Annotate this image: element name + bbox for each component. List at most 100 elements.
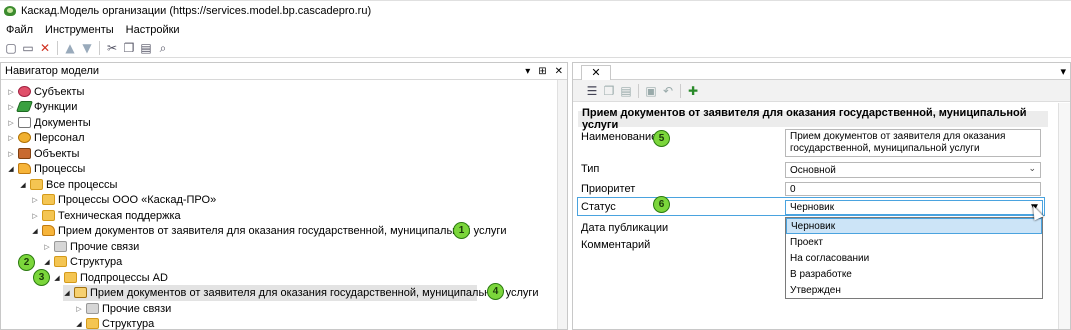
status-option[interactable]: Проект (786, 234, 1042, 250)
subjects-icon (18, 86, 31, 97)
callout-badge-5: 5 (653, 130, 670, 147)
new-doc-icon[interactable]: ▢ (4, 41, 18, 55)
expander-icon[interactable]: ▷ (7, 150, 15, 158)
expander-icon[interactable]: ▷ (31, 196, 39, 204)
navigator-scrollbar[interactable] (557, 80, 567, 329)
menu-settings[interactable]: Настройки (126, 24, 180, 36)
expander-icon[interactable]: ◢ (31, 227, 39, 235)
objects-icon (18, 148, 31, 159)
tree-node-processes[interactable]: ◢ Процессы (7, 161, 85, 176)
menu-overflow-icon[interactable]: ▾ (1060, 65, 1066, 78)
tree-node-label: Прочие связи (70, 240, 140, 253)
priority-label: Приоритет (581, 183, 636, 195)
tab-close-button[interactable]: ✕ (581, 64, 611, 80)
expander-icon[interactable]: ◢ (7, 165, 15, 173)
functions-icon (15, 101, 34, 112)
process-icon (42, 225, 55, 236)
expander-icon[interactable]: ◢ (19, 181, 27, 189)
tree-node-structure[interactable]: ◢ Структура (43, 254, 122, 269)
tree-node-label: Подпроцессы AD (80, 271, 168, 284)
menu-file[interactable]: Файл (6, 24, 33, 36)
folder-icon (30, 179, 43, 190)
tree-node-documents[interactable]: ▷ Документы (7, 115, 90, 130)
expander-icon[interactable]: ◢ (43, 258, 51, 266)
tree-node-objects[interactable]: ▷ Объекты (7, 146, 79, 161)
tree-node-label: Структура (70, 255, 123, 268)
add-icon[interactable]: ✚ (686, 84, 700, 98)
documents-icon (18, 117, 31, 128)
open-icon[interactable]: ▭ (21, 41, 35, 55)
list-icon[interactable]: ☰ (585, 84, 599, 98)
copy-icon[interactable]: ❐ (122, 41, 136, 55)
status-select[interactable]: Черновик ▼ (785, 200, 1043, 215)
tree-node-tech-support[interactable]: ▷ Техническая поддержка (31, 208, 180, 223)
folder-icon (64, 272, 77, 283)
close-icon[interactable]: ✕ (555, 66, 563, 77)
pin-icon[interactable]: ⊞ (538, 66, 546, 77)
personnel-icon (18, 132, 31, 143)
expander-icon[interactable]: ◢ (53, 274, 61, 282)
tree-node-label: Функции (34, 100, 78, 113)
properties-scrollbar[interactable] (1058, 103, 1070, 329)
status-value: Черновик (790, 202, 835, 213)
expander-icon[interactable]: ▷ (7, 134, 15, 142)
menu-tools[interactable]: Инструменты (45, 24, 114, 36)
expander-icon[interactable]: ▷ (75, 305, 83, 313)
undo-icon[interactable]: ↶ (661, 84, 675, 98)
properties-tab-row: ✕ ▾ (573, 63, 1070, 80)
expander-icon[interactable]: ◢ (75, 320, 83, 328)
status-label: Статус (581, 201, 616, 213)
tree-node-functions[interactable]: ▷ Функции (7, 99, 77, 114)
type-select[interactable]: Основной ⌄ (785, 162, 1041, 178)
expander-icon[interactable]: ▷ (7, 88, 15, 96)
callout-badge-2: 2 (18, 254, 35, 271)
tree-node-other-links-2[interactable]: ▷ Прочие связи (75, 301, 171, 316)
tree-node-all-processes[interactable]: ◢ Все процессы (19, 177, 117, 192)
chevron-down-icon[interactable]: ⌄ (1028, 163, 1036, 176)
app-logo-icon (4, 5, 16, 16)
type-value: Основной (790, 165, 836, 176)
tree-node-structure-2[interactable]: ◢ Структура (75, 316, 154, 330)
expander-icon[interactable]: ▷ (43, 243, 51, 251)
expander-icon[interactable]: ▷ (7, 119, 15, 127)
toolbar-divider (57, 41, 58, 55)
tree-node-intake-process[interactable]: ◢ Прием документов от заявителя для оказ… (31, 223, 507, 238)
up-icon[interactable]: ▲ (63, 41, 77, 55)
toolbar-divider (99, 41, 100, 55)
tree-node-subjects[interactable]: ▷ Субъекты (7, 84, 84, 99)
paste-icon[interactable]: ▤ (619, 84, 633, 98)
status-option[interactable]: Черновик (786, 218, 1042, 234)
priority-field[interactable]: 0 (785, 182, 1041, 196)
save-icon[interactable]: ▣ (644, 84, 658, 98)
model-navigator-panel: Навигатор модели ▾ ⊞ ✕ ▷ Субъекты ▷ Функ… (0, 62, 568, 330)
model-tree: ▷ Субъекты ▷ Функции ▷ Документы ▷ Персо… (1, 80, 567, 330)
window-title: Каскад.Модель организации (https://servi… (21, 4, 372, 17)
expander-icon[interactable]: ◢ (63, 289, 71, 297)
expander-icon[interactable]: ▷ (31, 212, 39, 220)
dropdown-icon[interactable]: ▾ (525, 66, 530, 77)
tree-node-label: Прием документов от заявителя для оказан… (58, 224, 507, 237)
copy-icon[interactable]: ❐ (602, 84, 616, 98)
name-field[interactable]: Прием документов от заявителя для оказан… (785, 129, 1041, 157)
expander-icon[interactable]: ▷ (7, 103, 15, 111)
callout-badge-3: 3 (33, 269, 50, 286)
folder-icon (42, 210, 55, 221)
tree-node-personnel[interactable]: ▷ Персонал (7, 130, 84, 145)
name-label: Наименование (581, 131, 658, 143)
preview-icon[interactable]: ⌕ (156, 41, 170, 55)
status-option[interactable]: В разработке (786, 266, 1042, 282)
tree-node-subprocesses-ad[interactable]: ◢ Подпроцессы AD (53, 270, 168, 285)
tree-node-cascade-processes[interactable]: ▷ Процессы ООО «Каскад-ПРО» (31, 192, 216, 207)
status-option[interactable]: Утвержден (786, 282, 1042, 298)
process-icon (18, 163, 31, 174)
tree-node-label: Прием документов от заявителя для оказан… (90, 286, 539, 299)
delete-icon[interactable]: ✕ (38, 41, 52, 55)
paste-icon[interactable]: ▤ (139, 41, 153, 55)
cut-icon[interactable]: ✂ (105, 41, 119, 55)
down-icon[interactable]: ▼ (80, 41, 94, 55)
callout-badge-6: 6 (653, 196, 670, 213)
tree-node-intake-subprocess-selected[interactable]: ◢ Прием документов от заявителя для оказ… (63, 285, 539, 300)
tree-node-other-links[interactable]: ▷ Прочие связи (43, 239, 139, 254)
tree-node-label: Процессы (34, 162, 86, 175)
status-option[interactable]: На согласовании (786, 250, 1042, 266)
